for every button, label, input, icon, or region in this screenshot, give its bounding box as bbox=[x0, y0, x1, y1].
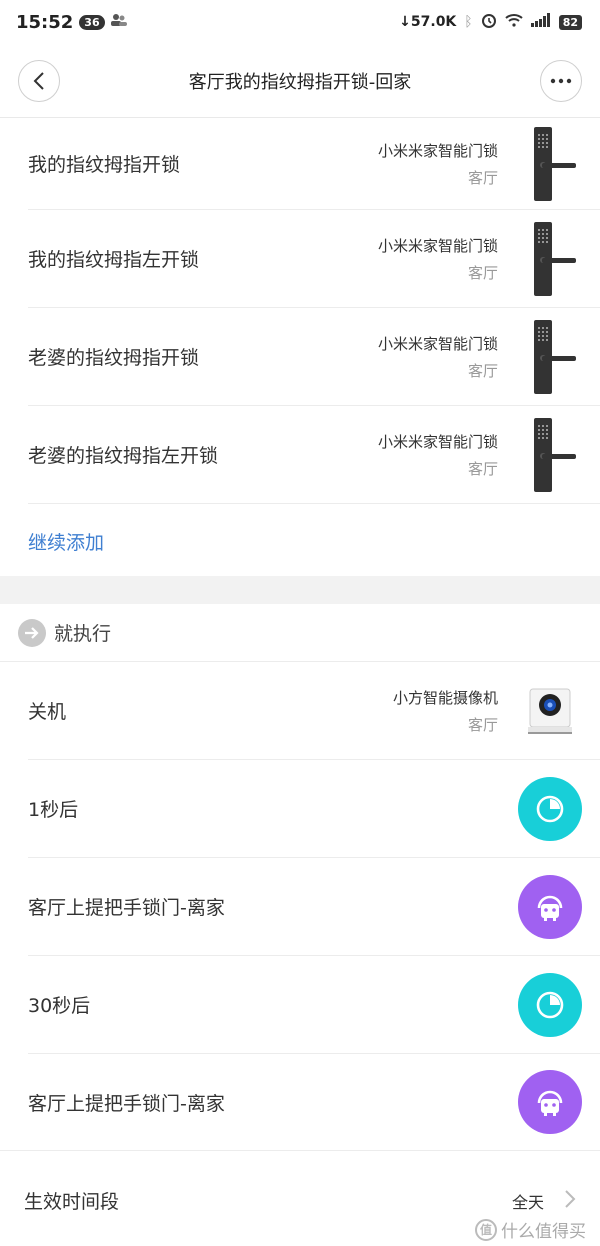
watermark-logo: 值 bbox=[475, 1218, 497, 1241]
condition-row[interactable]: 老婆的指纹拇指左开锁 小米米家智能门锁 客厅 bbox=[0, 406, 600, 504]
action-label: 客厅上提把手锁门-离家 bbox=[28, 897, 225, 919]
page-title: 客厅我的指纹拇指开锁-回家 bbox=[188, 71, 412, 93]
status-time: 15:52 bbox=[16, 11, 74, 33]
condition-label: 老婆的指纹拇指开锁 bbox=[28, 347, 200, 369]
door-lock-icon bbox=[522, 220, 578, 298]
device-room: 客厅 bbox=[467, 460, 498, 478]
condition-row[interactable]: 老婆的指纹拇指开锁 小米米家智能门锁 客厅 bbox=[0, 308, 600, 406]
timer-icon bbox=[518, 973, 582, 1037]
timer-icon bbox=[518, 777, 582, 841]
chevron-left-icon bbox=[33, 72, 44, 90]
condition-label: 老婆的指纹拇指左开锁 bbox=[28, 445, 219, 467]
condition-label: 我的指纹拇指开锁 bbox=[28, 154, 181, 176]
actions-section-header: 就执行 bbox=[0, 604, 600, 662]
action-label: 客厅上提把手锁门-离家 bbox=[28, 1092, 225, 1115]
watermark-text: 什么值得买 bbox=[501, 1222, 586, 1242]
signal-icon bbox=[530, 13, 551, 31]
action-row[interactable]: 1秒后 bbox=[0, 760, 600, 858]
device-name: 小米米家智能门锁 bbox=[377, 237, 498, 255]
title-bar: 客厅我的指纹拇指开锁-回家 bbox=[0, 44, 600, 118]
device-room: 客厅 bbox=[467, 169, 498, 187]
chevron-right-icon bbox=[564, 1189, 576, 1213]
back-button[interactable] bbox=[18, 60, 60, 102]
alarm-icon bbox=[481, 12, 497, 32]
download-speed: ↓57.0K bbox=[399, 14, 457, 30]
effective-time-value: 全天 bbox=[511, 1193, 544, 1212]
scene-robot-icon bbox=[518, 1070, 582, 1134]
device-room: 客厅 bbox=[467, 716, 498, 734]
device-name: 小米米家智能门锁 bbox=[377, 142, 498, 160]
action-row[interactable]: 关机 小方智能摄像机 客厅 bbox=[0, 662, 600, 760]
device-name: 小方智能摄像机 bbox=[392, 689, 498, 707]
door-lock-icon bbox=[522, 318, 578, 396]
action-row[interactable]: 30秒后 bbox=[0, 956, 600, 1054]
more-button[interactable] bbox=[540, 60, 582, 102]
action-row[interactable]: 客厅上提把手锁门-离家 bbox=[0, 858, 600, 956]
contacts-icon bbox=[110, 12, 127, 32]
door-lock-icon bbox=[522, 125, 578, 203]
device-name: 小米米家智能门锁 bbox=[377, 335, 498, 353]
arrow-right-icon bbox=[18, 618, 46, 647]
bluetooth-icon: ᛒ bbox=[464, 14, 473, 30]
action-label: 30秒后 bbox=[28, 995, 91, 1017]
notification-badge: 36 bbox=[79, 14, 105, 30]
action-row[interactable]: 客厅上提把手锁门-离家 bbox=[0, 1054, 600, 1150]
action-label: 关机 bbox=[28, 701, 67, 723]
battery-indicator: 82 bbox=[558, 14, 582, 30]
condition-row[interactable]: 我的指纹拇指开锁 小米米家智能门锁 客厅 bbox=[0, 118, 600, 210]
wifi-icon bbox=[505, 13, 523, 31]
device-room: 客厅 bbox=[467, 264, 498, 282]
condition-label: 我的指纹拇指左开锁 bbox=[28, 249, 200, 271]
camera-icon bbox=[522, 672, 578, 750]
status-bar: 15:52 36 ↓57.0K ᛒ 82 bbox=[0, 0, 600, 44]
effective-time-label: 生效时间段 bbox=[24, 1191, 120, 1213]
watermark: 值 什么值得买 bbox=[475, 1217, 586, 1242]
actions-section-title: 就执行 bbox=[54, 623, 112, 645]
device-room: 客厅 bbox=[467, 362, 498, 380]
section-divider bbox=[0, 576, 600, 604]
scene-robot-icon bbox=[518, 875, 582, 939]
effective-time-row[interactable]: 生效时间段 全天 值 什么值得买 bbox=[0, 1150, 600, 1246]
condition-row[interactable]: 我的指纹拇指左开锁 小米米家智能门锁 客厅 bbox=[0, 210, 600, 308]
add-more-link[interactable]: 继续添加 bbox=[28, 528, 104, 555]
more-dots-icon bbox=[550, 78, 572, 84]
device-name: 小米米家智能门锁 bbox=[377, 433, 498, 451]
door-lock-icon bbox=[522, 416, 578, 494]
action-label: 1秒后 bbox=[28, 799, 79, 821]
